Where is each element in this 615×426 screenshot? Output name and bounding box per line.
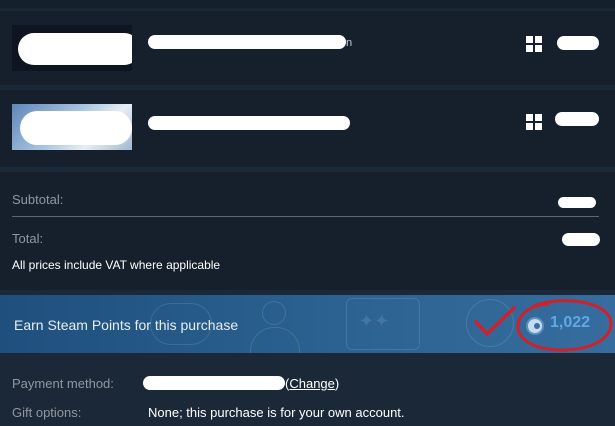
paren-close: ): [334, 376, 340, 391]
price-redacted: [557, 36, 599, 50]
windows-icon: [526, 36, 542, 52]
total-label: Total:: [12, 231, 44, 246]
windows-icon: [526, 114, 542, 130]
price-redacted: [555, 112, 599, 126]
red-circle-annotation-icon: [516, 299, 613, 352]
top-strip: [0, 0, 615, 8]
decorative-shape: [346, 298, 420, 350]
total-value-redacted: [562, 233, 600, 246]
game-title-redacted: [148, 35, 346, 49]
red-checkmark-icon: [474, 306, 516, 336]
vat-note: All prices include VAT where applicable: [12, 258, 221, 272]
decorative-shape: [262, 301, 286, 325]
points-banner-text: Earn Steam Points for this purchase: [14, 317, 239, 333]
payment-method-redacted: [143, 376, 285, 390]
redaction: [18, 33, 132, 65]
payment-section: Payment method: (Change) Gift options: N…: [0, 360, 615, 426]
game-title-redacted: [148, 116, 350, 130]
redaction: [20, 111, 132, 145]
game-title-fragment: n: [346, 37, 353, 49]
decorative-shape: [250, 327, 300, 353]
payment-method-label: Payment method:: [12, 376, 114, 391]
subtotal-label: Subtotal:: [12, 192, 64, 207]
cart-item[interactable]: n: [0, 11, 615, 85]
change-payment-link[interactable]: Change: [289, 376, 335, 391]
order-summary: Subtotal: Total: All prices include VAT …: [0, 172, 615, 290]
gift-options-label: Gift options:: [12, 405, 82, 420]
divider: [12, 216, 599, 217]
game-thumbnail[interactable]: [12, 104, 132, 150]
game-thumbnail[interactable]: [12, 25, 132, 71]
gift-options-value: None; this purchase is for your own acco…: [148, 405, 405, 420]
subtotal-value-redacted: [558, 197, 596, 208]
cart-item[interactable]: [0, 90, 615, 167]
change-wrapper: (Change): [285, 376, 339, 391]
